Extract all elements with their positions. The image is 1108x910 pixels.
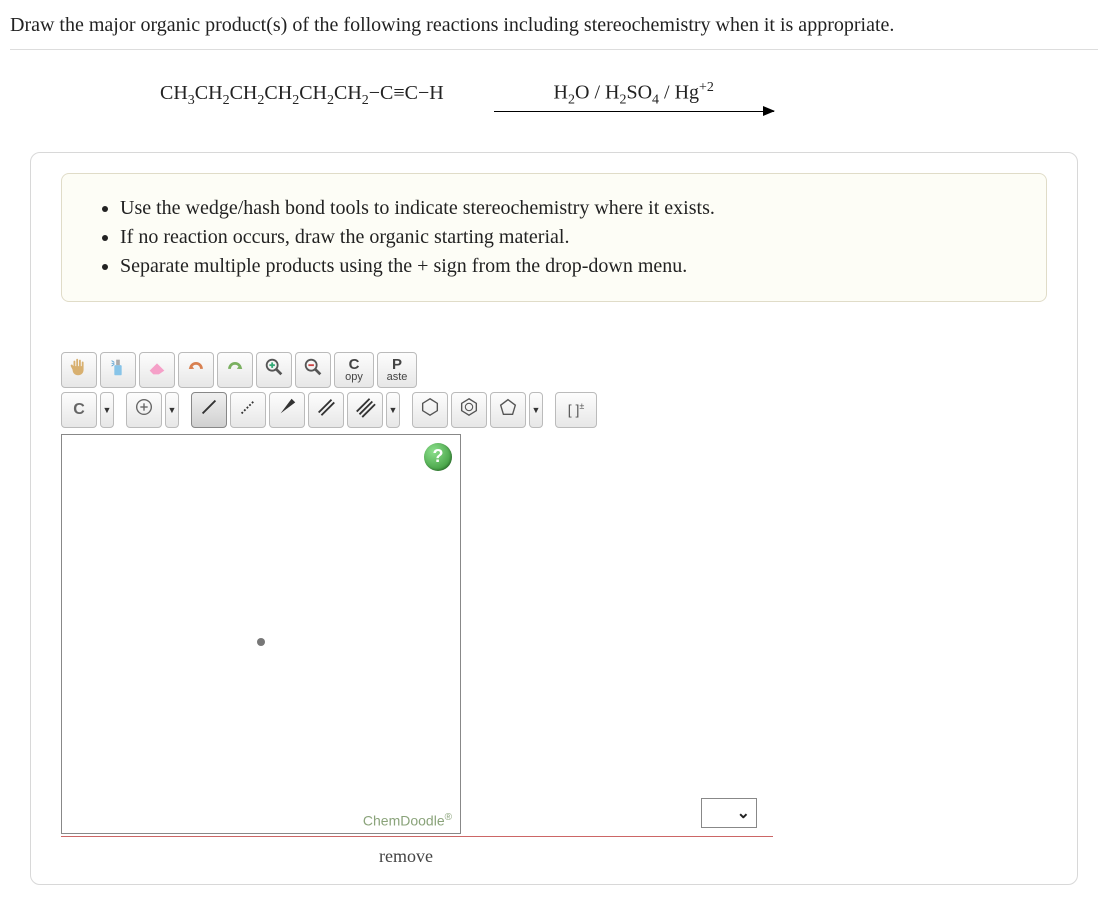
remove-link[interactable]: remove [379, 846, 433, 866]
redo-icon [224, 356, 246, 383]
zoom-out-button[interactable] [295, 352, 331, 388]
chevron-down-icon: ▼ [168, 405, 177, 415]
charge-dropdown[interactable]: ▼ [165, 392, 179, 428]
chevron-down-icon: ▼ [103, 405, 112, 415]
recessed-bond-tool[interactable] [230, 392, 266, 428]
drawing-widget: C opy P aste C ▼ ▼ [61, 352, 773, 868]
wedge-bond-icon [276, 396, 298, 423]
instructions-list: Use the wedge/hash bond tools to indicat… [92, 194, 1016, 281]
toolbar-row-1: C opy P aste [61, 352, 773, 388]
single-bond-icon [198, 396, 220, 423]
reaction-arrow [494, 111, 774, 112]
single-bond-tool[interactable] [191, 392, 227, 428]
cyclopentane-tool[interactable] [490, 392, 526, 428]
question-text: Draw the major organic product(s) of the… [10, 8, 1098, 50]
triple-bond-tool[interactable] [347, 392, 383, 428]
instruction-item: If no reaction occurs, draw the organic … [120, 223, 1016, 252]
remove-row: remove [61, 836, 773, 868]
move-tool[interactable] [61, 352, 97, 388]
chemdoodle-brand: ChemDoodle® [363, 812, 452, 829]
zoom-in-icon [263, 356, 285, 383]
drawing-canvas[interactable]: ? ChemDoodle® [61, 434, 461, 834]
benzene-tool[interactable] [451, 392, 487, 428]
double-bond-icon [315, 396, 337, 423]
reaction-conditions: H2O / H2SO4 / Hg+2 [554, 80, 714, 109]
plus-sign-dropdown[interactable]: ⌄ [701, 798, 757, 828]
benzene-icon [458, 396, 480, 423]
element-dropdown[interactable]: ▼ [100, 392, 114, 428]
charge-tool[interactable] [126, 392, 162, 428]
toolbar-row-2: C ▼ ▼ ▼ [61, 392, 773, 428]
answer-container: Use the wedge/hash bond tools to indicat… [30, 152, 1078, 885]
charge-icon [133, 396, 155, 423]
copy-button[interactable]: C opy [334, 352, 374, 388]
spray-icon [107, 356, 129, 383]
ring-dropdown[interactable]: ▼ [529, 392, 543, 428]
element-picker[interactable]: C [61, 392, 97, 428]
reaction-arrow-group: H2O / H2SO4 / Hg+2 [494, 80, 774, 112]
bracket-tool[interactable]: [ ]± [555, 392, 597, 428]
triple-bond-icon [354, 396, 376, 423]
hand-icon [68, 356, 90, 383]
hexagon-icon [419, 396, 441, 423]
zoom-out-icon [302, 356, 324, 383]
dotted-bond-icon [237, 396, 259, 423]
cyclohexane-tool[interactable] [412, 392, 448, 428]
paste-button[interactable]: P aste [377, 352, 417, 388]
instruction-item: Separate multiple products using the + s… [120, 252, 1016, 281]
undo-icon [185, 356, 207, 383]
reaction-scheme: CH3CH2CH2CH2CH2CH2−C≡C−H H2O / H2SO4 / H… [160, 80, 1098, 112]
chevron-down-icon: ⌄ [737, 803, 750, 823]
paste-label-top: P [392, 357, 402, 372]
bond-dropdown[interactable]: ▼ [386, 392, 400, 428]
pentagon-icon [497, 396, 519, 423]
paste-label-bottom: aste [387, 372, 408, 383]
brand-text: ChemDoodle [363, 813, 445, 829]
bracket-label: [ ]± [568, 401, 585, 418]
atom-placeholder[interactable] [257, 638, 265, 646]
wedge-bond-tool[interactable] [269, 392, 305, 428]
copy-label-top: C [349, 357, 360, 372]
copy-label-bottom: opy [345, 372, 363, 383]
chevron-down-icon: ▼ [389, 405, 398, 415]
redo-button[interactable] [217, 352, 253, 388]
brand-suffix: ® [445, 812, 452, 823]
erase-tool[interactable] [139, 352, 175, 388]
zoom-in-button[interactable] [256, 352, 292, 388]
instruction-item: Use the wedge/hash bond tools to indicat… [120, 194, 1016, 223]
chevron-down-icon: ▼ [532, 405, 541, 415]
element-label: C [73, 401, 85, 419]
reactant-formula: CH3CH2CH2CH2CH2CH2−C≡C−H [160, 82, 444, 109]
instructions-box: Use the wedge/hash bond tools to indicat… [61, 173, 1047, 302]
undo-button[interactable] [178, 352, 214, 388]
eraser-icon [146, 356, 168, 383]
clear-tool[interactable] [100, 352, 136, 388]
help-button[interactable]: ? [424, 443, 452, 471]
double-bond-tool[interactable] [308, 392, 344, 428]
